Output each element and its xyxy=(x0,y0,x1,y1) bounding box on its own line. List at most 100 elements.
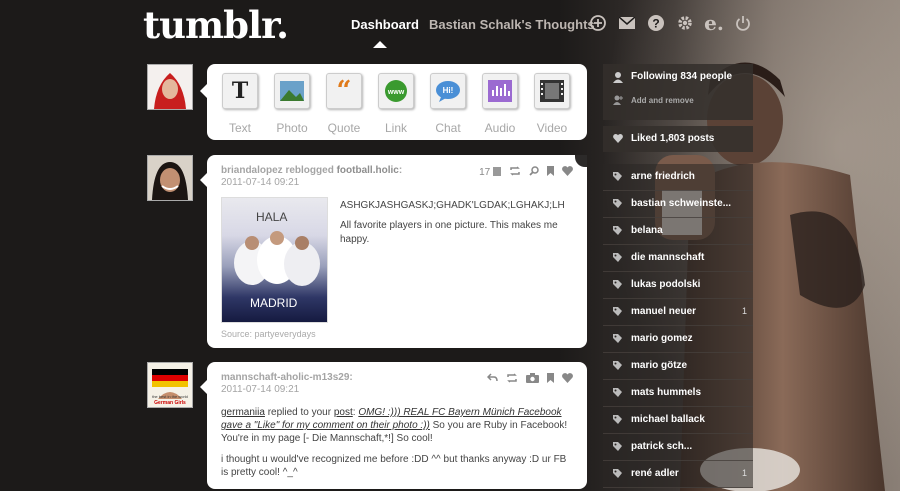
post-photo-button[interactable]: Photo xyxy=(266,70,318,135)
tag-count: 1 xyxy=(741,306,747,316)
post-date: 2011-07-14 09:21 xyxy=(221,384,300,395)
nav-dashboard[interactable]: Dashboard xyxy=(351,17,419,32)
post-link-button[interactable]: www Link xyxy=(370,70,422,135)
sidebar-tag-item[interactable]: mats hummels xyxy=(603,380,753,407)
link-icon: www xyxy=(378,73,414,109)
sidebar-tag-item[interactable]: rené adler 1 xyxy=(603,461,753,488)
tag-icon xyxy=(613,172,622,181)
reply-icon[interactable] xyxy=(486,373,498,386)
following-panel: Following 834 people Add and remove xyxy=(603,64,753,120)
tag-icon xyxy=(613,361,622,370)
post-source-link[interactable]: football.holic xyxy=(337,165,399,176)
notes-count-value: 17 xyxy=(479,167,491,178)
reblog-icon[interactable] xyxy=(506,373,518,386)
bookmark-icon[interactable] xyxy=(547,166,554,179)
tag-name: mats hummels xyxy=(631,387,702,398)
tag-icon xyxy=(613,469,622,478)
svg-text:?: ? xyxy=(652,17,659,31)
photo-caption: MADRID xyxy=(250,296,298,310)
tag-icon xyxy=(613,307,622,316)
plus-icon[interactable] xyxy=(589,14,607,32)
like-heart-icon[interactable] xyxy=(562,373,573,386)
mail-icon[interactable] xyxy=(618,14,636,32)
post-header: mannschaft-aholic-m13s29: xyxy=(221,372,353,383)
post-photo[interactable]: HALA MADRID xyxy=(221,197,328,323)
tag-name: bastian schweinste... xyxy=(631,198,732,209)
chat-icon: Hi! xyxy=(430,73,466,109)
post-author-avatar[interactable]: the best in the world German Girls xyxy=(147,362,193,408)
camera-icon[interactable] xyxy=(526,373,539,386)
tag-icon xyxy=(613,388,622,397)
source-label: Source: xyxy=(221,329,253,339)
liked-panel: Liked 1,803 posts xyxy=(603,126,753,152)
tag-icon xyxy=(613,280,622,289)
post-chat-button[interactable]: Hi! Chat xyxy=(422,70,474,135)
sidebar-tag-item[interactable]: manuel neuer 1 xyxy=(603,299,753,326)
tag-name: mario götze xyxy=(631,360,688,371)
tumblr-logo[interactable]: tumblr. xyxy=(143,3,289,47)
tag-name: belana xyxy=(631,225,663,236)
search-icon[interactable] xyxy=(529,166,539,179)
sidebar-tag-item[interactable]: belana xyxy=(603,218,753,245)
heart-icon xyxy=(613,134,623,143)
post-author-avatar[interactable] xyxy=(147,155,193,201)
post-author-link[interactable]: mannschaft-aholic-m13s29 xyxy=(221,372,349,383)
quote-icon: “ xyxy=(326,73,362,109)
post-type-label: Text xyxy=(228,121,251,135)
reply-text: replied to your xyxy=(267,407,332,418)
sidebar-tag-item[interactable]: mario gomez xyxy=(603,326,753,353)
reply-post-link[interactable]: post xyxy=(334,407,353,418)
sidebar-tag-item[interactable]: lukas podolski xyxy=(603,272,753,299)
notes-count[interactable]: 17 xyxy=(479,167,501,178)
tag-name: michael ballack xyxy=(631,414,705,425)
reply-user-link[interactable]: germaniia xyxy=(221,407,265,418)
sidebar-tag-item[interactable]: mario götze xyxy=(603,353,753,380)
e-icon[interactable]: e. xyxy=(704,11,724,35)
tag-name: manuel neuer xyxy=(631,306,697,317)
post-source: Source: partyeverydays xyxy=(221,329,316,339)
post-action-text: reblogged xyxy=(285,165,334,176)
post-type-label: Chat xyxy=(435,121,461,135)
following-count-link[interactable]: Following 834 people xyxy=(631,71,732,82)
post-type-label: Audio xyxy=(484,121,516,135)
add-remove-link[interactable]: Add and remove xyxy=(631,96,694,105)
gear-icon[interactable] xyxy=(676,14,694,32)
reblog-icon[interactable] xyxy=(509,166,521,179)
post-video-button[interactable]: Video xyxy=(526,70,578,135)
post-audio-button[interactable]: Audio xyxy=(474,70,526,135)
post-type-label: Photo xyxy=(276,121,308,135)
bookmark-icon[interactable] xyxy=(547,373,554,386)
sidebar-tag-item[interactable]: michael ballack xyxy=(603,407,753,434)
liked-posts-link[interactable]: Liked 1,803 posts xyxy=(631,133,714,144)
post-body-text: All favorite players in one picture. Thi… xyxy=(340,220,558,245)
tag-name: patrick sch... xyxy=(631,441,693,452)
svg-text:Hi!: Hi! xyxy=(443,86,454,95)
header-icons: ? e. xyxy=(589,11,752,35)
post-controls xyxy=(486,373,573,386)
person-icon xyxy=(613,72,623,83)
help-icon[interactable]: ? xyxy=(647,14,665,32)
post-card: briandalopez reblogged football.holic: 2… xyxy=(200,155,587,348)
text-icon: T xyxy=(222,73,258,109)
post-reply-text: germaniia replied to your post: OMG! :))… xyxy=(221,407,568,444)
tag-icon xyxy=(613,199,622,208)
post-quote-button[interactable]: “ Quote xyxy=(318,70,370,135)
user-avatar[interactable] xyxy=(147,64,193,110)
post-author-link[interactable]: briandalopez xyxy=(221,165,283,176)
post-header: briandalopez reblogged football.holic: xyxy=(221,165,403,176)
audio-icon xyxy=(482,73,518,109)
like-heart-icon[interactable] xyxy=(562,166,573,179)
source-link[interactable]: partyeverydays xyxy=(255,329,316,339)
sidebar-tag-item[interactable]: patrick sch... xyxy=(603,434,753,461)
video-icon xyxy=(534,73,570,109)
active-nav-indicator xyxy=(373,41,387,48)
tag-name: arne friedrich xyxy=(631,171,695,182)
post-text-button[interactable]: T Text xyxy=(214,70,266,135)
post-type-label: Link xyxy=(384,121,407,135)
sidebar-tag-item[interactable]: bastian schweinste... xyxy=(603,191,753,218)
sidebar-tag-item[interactable]: die mannschaft xyxy=(603,245,753,272)
power-icon[interactable] xyxy=(734,14,752,32)
sidebar-tag-item[interactable]: arne friedrich xyxy=(603,164,753,191)
nav-blog-title[interactable]: Bastian Schalk's Thoughts xyxy=(429,17,595,32)
tag-name: mario gomez xyxy=(631,333,693,344)
